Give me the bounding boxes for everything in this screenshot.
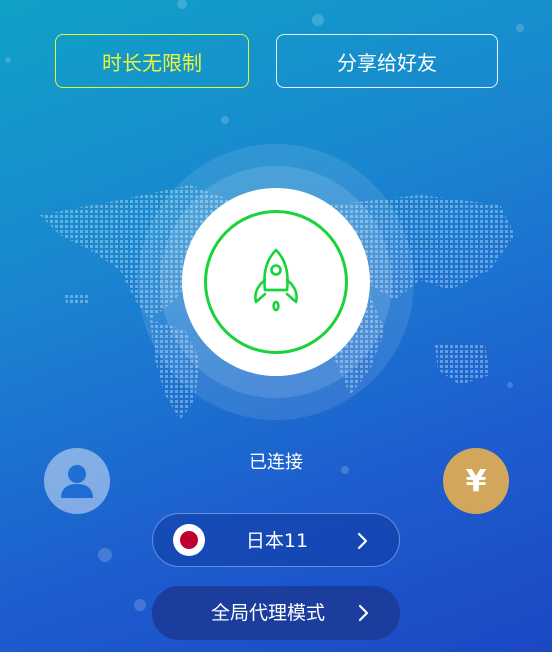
yen-icon: ¥ bbox=[465, 463, 487, 499]
chevron-right-icon bbox=[358, 604, 369, 622]
chevron-right-icon bbox=[357, 532, 368, 550]
proxy-mode-selector[interactable]: 全局代理模式 bbox=[152, 586, 400, 640]
user-icon bbox=[61, 465, 93, 498]
share-with-friends-button[interactable]: 分享给好友 bbox=[276, 34, 498, 88]
server-selector[interactable]: 日本11 bbox=[152, 513, 400, 567]
unlimited-time-button[interactable]: 时长无限制 bbox=[55, 34, 249, 88]
connect-button[interactable] bbox=[182, 188, 370, 376]
payment-button[interactable]: ¥ bbox=[443, 448, 509, 514]
proxy-mode-label: 全局代理模式 bbox=[210, 602, 325, 624]
user-profile-button[interactable] bbox=[44, 448, 110, 514]
rocket-icon bbox=[254, 248, 298, 312]
